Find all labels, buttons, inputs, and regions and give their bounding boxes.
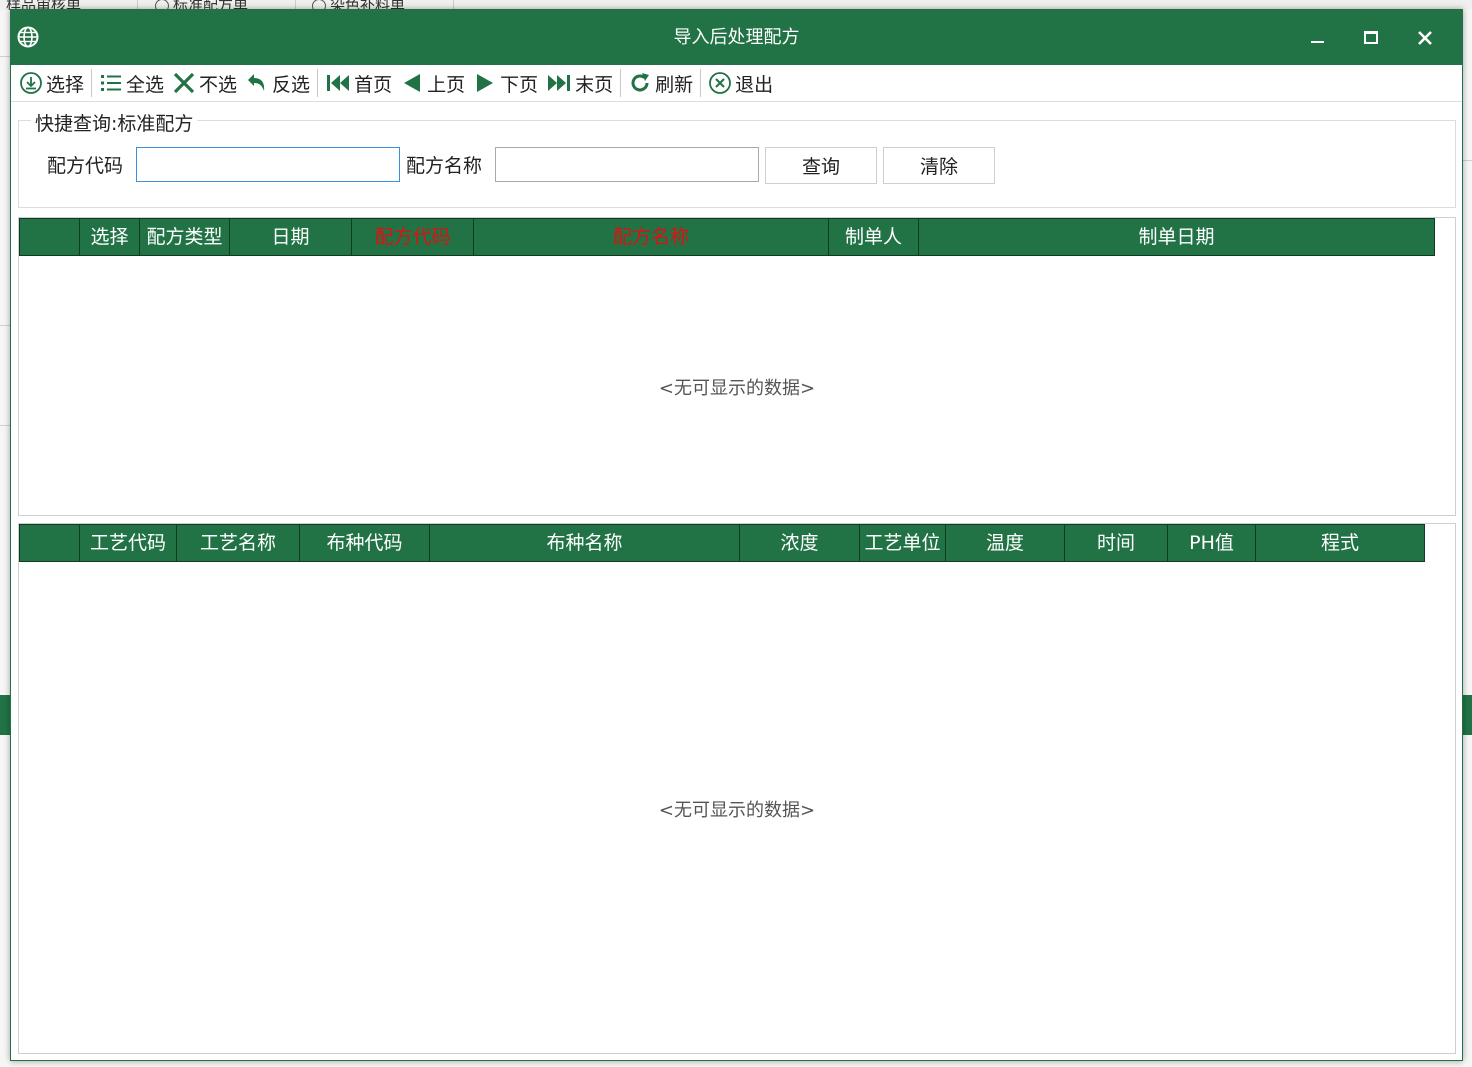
toolbar-separator (700, 69, 702, 97)
select-button-label: 选择 (46, 73, 85, 96)
refresh-icon (631, 73, 650, 92)
first-page-button[interactable]: 首页 (321, 68, 396, 98)
last-page-button-label: 末页 (575, 73, 614, 96)
triangle-right-icon (477, 74, 494, 92)
select-all-button-label: 全选 (126, 73, 165, 96)
last-page-icon (548, 75, 571, 91)
recipe-name-label: 配方名称 (406, 155, 483, 177)
column-header-recipe-code[interactable]: 配方代码 (352, 219, 474, 255)
column-header-creator[interactable]: 制单人 (829, 219, 919, 255)
column-header-program[interactable]: 程式 (1256, 525, 1424, 561)
column-header-fabric-name[interactable]: 布种名称 (430, 525, 740, 561)
column-header-indicator[interactable] (20, 219, 80, 255)
close-button[interactable] (1398, 10, 1452, 65)
last-page-button[interactable]: 末页 (542, 68, 617, 98)
recipe-grid[interactable]: 选择 配方类型 日期 配方代码 配方名称 制单人 制单日期 <无可显示的数据> (18, 217, 1456, 516)
first-page-icon (327, 75, 350, 91)
maximize-icon (1364, 31, 1378, 44)
minimize-button[interactable] (1290, 10, 1344, 65)
column-header-time[interactable]: 时间 (1065, 525, 1168, 561)
next-page-button[interactable]: 下页 (469, 68, 542, 98)
column-header-process-code[interactable]: 工艺代码 (80, 525, 177, 561)
toolbar-separator (620, 69, 622, 97)
deselect-button[interactable]: 不选 (168, 68, 241, 98)
download-circle-icon (20, 72, 42, 94)
column-header-date[interactable]: 日期 (230, 219, 352, 255)
recipe-grid-header: 选择 配方类型 日期 配方代码 配方名称 制单人 制单日期 (19, 218, 1435, 256)
quick-query-legend: 快捷查询:标准配方 (31, 109, 198, 136)
invert-selection-button-label: 反选 (272, 73, 311, 96)
column-header-process-unit[interactable]: 工艺单位 (860, 525, 946, 561)
background-window-right (1463, 10, 1472, 1067)
triangle-left-icon (404, 74, 421, 92)
minimize-icon (1310, 40, 1324, 43)
background-divider (0, 56, 10, 57)
import-recipe-dialog: 导入后处理配方 选择 全选 不选 反选 首页 上页 下页 末页 刷新 退出 快捷… (10, 9, 1463, 1061)
refresh-button[interactable]: 刷新 (624, 68, 697, 98)
background-window-left (0, 10, 10, 1067)
toolbar-separator (91, 69, 93, 97)
quick-query-group: 快捷查询:标准配方 配方代码 配方名称 查询 清除 (18, 109, 1456, 208)
background-grid-header (0, 695, 10, 735)
background-grid-header (1463, 695, 1472, 735)
select-button[interactable]: 选择 (15, 68, 88, 98)
background-divider (1463, 160, 1472, 161)
exit-button-label: 退出 (735, 73, 774, 96)
search-button[interactable]: 查询 (765, 147, 877, 184)
select-all-button[interactable]: 全选 (95, 68, 168, 98)
refresh-button-label: 刷新 (655, 73, 694, 96)
column-header-process-name[interactable]: 工艺名称 (177, 525, 300, 561)
column-header-recipe-type[interactable]: 配方类型 (140, 219, 230, 255)
column-header-recipe-name[interactable]: 配方名称 (474, 219, 829, 255)
process-grid-header: 工艺代码 工艺名称 布种代码 布种名称 浓度 工艺单位 温度 时间 PH值 程式 (19, 524, 1425, 562)
dialog-titlebar[interactable]: 导入后处理配方 (11, 10, 1462, 65)
first-page-button-label: 首页 (354, 73, 393, 96)
maximize-button[interactable] (1344, 10, 1398, 65)
exit-button[interactable]: 退出 (704, 68, 777, 98)
background-divider (0, 325, 10, 326)
dialog-title: 导入后处理配方 (673, 27, 800, 48)
undo-arrow-icon (248, 74, 265, 91)
previous-page-button-label: 上页 (427, 73, 466, 96)
column-header-concentration[interactable]: 浓度 (740, 525, 860, 561)
clear-button[interactable]: 清除 (883, 147, 995, 184)
column-header-ph-value[interactable]: PH值 (1168, 525, 1256, 561)
invert-selection-button[interactable]: 反选 (241, 68, 314, 98)
recipe-code-label: 配方代码 (47, 155, 124, 177)
close-circle-icon (709, 72, 732, 94)
background-divider (0, 425, 10, 426)
recipe-name-input[interactable] (495, 147, 759, 182)
close-icon (1418, 30, 1432, 45)
process-grid-empty-message: <无可显示的数据> (658, 800, 816, 821)
recipe-code-input[interactable] (136, 147, 400, 182)
recipe-grid-empty-message: <无可显示的数据> (658, 378, 816, 399)
toolbar-separator (317, 69, 319, 97)
toolbar: 选择 全选 不选 反选 首页 上页 下页 末页 刷新 退出 (11, 65, 1462, 102)
column-header-indicator[interactable] (20, 525, 80, 561)
column-header-select[interactable]: 选择 (80, 219, 140, 255)
column-header-temperature[interactable]: 温度 (946, 525, 1065, 561)
previous-page-button[interactable]: 上页 (396, 68, 469, 98)
column-header-created-date[interactable]: 制单日期 (919, 219, 1434, 255)
x-mark-icon (173, 72, 195, 94)
process-grid[interactable]: 工艺代码 工艺名称 布种代码 布种名称 浓度 工艺单位 温度 时间 PH值 程式… (18, 523, 1456, 1054)
list-icon (101, 75, 122, 91)
deselect-button-label: 不选 (199, 73, 238, 96)
next-page-button-label: 下页 (500, 73, 539, 96)
column-header-fabric-code[interactable]: 布种代码 (300, 525, 430, 561)
